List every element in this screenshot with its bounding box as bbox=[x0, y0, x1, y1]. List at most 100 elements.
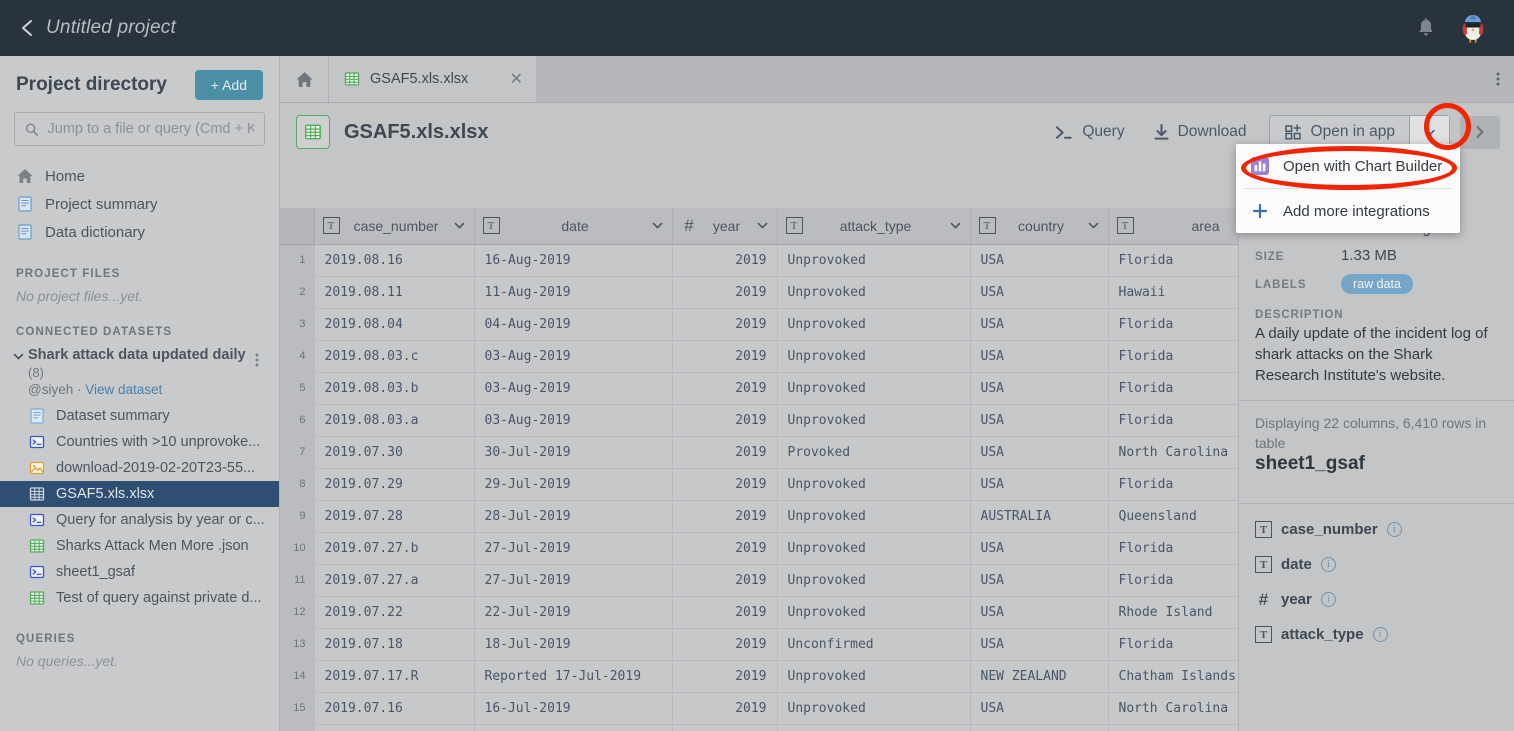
cell-country[interactable]: USA bbox=[970, 564, 1109, 597]
cell-case_number[interactable]: 2019.07.30 bbox=[314, 436, 475, 469]
cell-attack_type[interactable]: Unprovoked bbox=[777, 532, 971, 565]
cell-attack_type[interactable]: Unprovoked bbox=[777, 500, 971, 533]
cell-date[interactable]: 27-Jul-2019 bbox=[474, 564, 673, 597]
column-item-case_number[interactable]: T case_number i bbox=[1239, 512, 1514, 547]
view-dataset-link[interactable]: View dataset bbox=[85, 382, 162, 397]
cell-case_number[interactable]: 2019.08.03.c bbox=[314, 340, 475, 373]
cell-attack_type[interactable]: Unprovoked bbox=[777, 372, 971, 405]
cell-country[interactable]: USA bbox=[970, 628, 1109, 661]
avatar[interactable] bbox=[1456, 11, 1490, 45]
cell-area[interactable]: Florida bbox=[1108, 724, 1238, 731]
cell-area[interactable]: Florida bbox=[1108, 308, 1238, 341]
tab-home[interactable] bbox=[280, 56, 328, 102]
download-button[interactable]: Download bbox=[1139, 123, 1261, 141]
cell-year[interactable]: 2019 bbox=[672, 532, 778, 565]
cell-year[interactable]: 2019 bbox=[672, 596, 778, 629]
column-item-attack_type[interactable]: T attack_type i bbox=[1239, 617, 1514, 652]
cell-attack_type[interactable]: Unconfirmed bbox=[777, 628, 971, 661]
cell-country[interactable]: USA bbox=[970, 692, 1109, 725]
cell-country[interactable]: USA bbox=[970, 724, 1109, 731]
cell-area[interactable]: Florida bbox=[1108, 628, 1238, 661]
cell-country[interactable]: USA bbox=[970, 372, 1109, 405]
list-item[interactable]: sheet1_gsaf bbox=[0, 559, 279, 585]
table-row[interactable]: 3 2019.08.04 04-Aug-2019 2019 Unprovoked USA F… bbox=[280, 308, 1238, 341]
table-row[interactable]: 7 2019.07.30 30-Jul-2019 2019 Provoked USA Nor… bbox=[280, 436, 1238, 469]
cell-area[interactable]: Florida bbox=[1108, 564, 1238, 597]
cell-attack_type[interactable]: Unprovoked bbox=[777, 308, 971, 341]
column-header-year[interactable]: # year bbox=[672, 208, 778, 245]
cell-year[interactable]: 2019 bbox=[672, 404, 778, 437]
cell-country[interactable]: USA bbox=[970, 340, 1109, 373]
cell-date[interactable]: 11-Aug-2019 bbox=[474, 276, 673, 309]
cell-area[interactable]: Florida bbox=[1108, 372, 1238, 405]
column-header-attack_type[interactable]: T attack_type bbox=[777, 208, 971, 245]
cell-area[interactable]: Florida bbox=[1108, 404, 1238, 437]
list-item[interactable]: Countries with >10 unprovoke... bbox=[0, 429, 279, 455]
add-button[interactable]: + Add bbox=[194, 70, 263, 100]
cell-area[interactable]: Chatham Islands bbox=[1108, 660, 1238, 693]
cell-area[interactable]: Florida bbox=[1108, 468, 1238, 501]
close-icon[interactable]: ✕ bbox=[510, 69, 523, 89]
cell-case_number[interactable]: 2019.08.04 bbox=[314, 308, 475, 341]
sidebar-item-data-dictionary[interactable]: Data dictionary bbox=[0, 218, 279, 246]
info-icon[interactable]: i bbox=[1320, 557, 1336, 572]
cell-date[interactable]: Reported 17-Jul-2019 bbox=[474, 660, 673, 693]
cell-year[interactable]: 2019 bbox=[672, 436, 778, 469]
next-button[interactable] bbox=[1460, 115, 1500, 149]
cell-area[interactable]: North Carolina bbox=[1108, 692, 1238, 725]
list-item[interactable]: Sharks Attack Men More .json bbox=[0, 533, 279, 559]
cell-date[interactable]: 16-Jul-2019 bbox=[474, 692, 673, 725]
cell-case_number[interactable]: 2019.08.16 bbox=[314, 244, 475, 277]
tab-overflow-button[interactable] bbox=[1496, 56, 1514, 102]
cell-date[interactable]: 03-Aug-2019 bbox=[474, 372, 673, 405]
table-row[interactable]: 14 2019.07.17.R Reported 17-Jul-2019 2019 Un… bbox=[280, 660, 1238, 693]
cell-date[interactable]: 18-Jul-2019 bbox=[474, 628, 673, 661]
table-row[interactable]: 10 2019.07.27.b 27-Jul-2019 2019 Unprovoked U… bbox=[280, 532, 1238, 565]
cell-year[interactable]: 2019 bbox=[672, 276, 778, 309]
cell-country[interactable]: AUSTRALIA bbox=[970, 500, 1109, 533]
cell-year[interactable]: 2019 bbox=[672, 372, 778, 405]
table-row[interactable]: 1 2019.08.16 16-Aug-2019 2019 Unprovoked USA F… bbox=[280, 244, 1238, 277]
cell-case_number[interactable]: 2019.08.03.b bbox=[314, 372, 475, 405]
tab-gsaf5[interactable]: GSAF5.xls.xlsx ✕ bbox=[328, 56, 536, 102]
cell-area[interactable]: Rhode Island bbox=[1108, 596, 1238, 629]
cell-country[interactable]: USA bbox=[970, 596, 1109, 629]
search-input[interactable] bbox=[47, 121, 254, 137]
table-row[interactable]: 5 2019.08.03.b 03-Aug-2019 2019 Unprovoked US… bbox=[280, 372, 1238, 405]
list-item[interactable]: Test of query against private d... bbox=[0, 585, 279, 611]
data-table-container[interactable]: T case_number T date # year T attack_typ… bbox=[280, 208, 1238, 731]
table-row[interactable]: 8 2019.07.29 29-Jul-2019 2019 Unprovoked USA F… bbox=[280, 468, 1238, 501]
dataset-collapse-toggle[interactable] bbox=[12, 346, 28, 368]
table-row[interactable]: 15 2019.07.16 16-Jul-2019 2019 Unprovoked USA… bbox=[280, 692, 1238, 725]
cell-year[interactable]: 2019 bbox=[672, 244, 778, 277]
cell-case_number[interactable]: 2019.08.03.a bbox=[314, 404, 475, 437]
table-row[interactable]: 2 2019.08.11 11-Aug-2019 2019 Unprovoked USA H… bbox=[280, 276, 1238, 309]
query-button[interactable]: Query bbox=[1041, 123, 1138, 141]
cell-year[interactable]: 2019 bbox=[672, 564, 778, 597]
list-item[interactable]: Dataset summary bbox=[0, 403, 279, 429]
cell-year[interactable]: 2019 bbox=[672, 724, 778, 731]
cell-attack_type[interactable]: Unprovoked bbox=[777, 660, 971, 693]
cell-year[interactable]: 2019 bbox=[672, 628, 778, 661]
cell-date[interactable]: 03-Aug-2019 bbox=[474, 404, 673, 437]
info-icon[interactable]: i bbox=[1386, 522, 1402, 537]
cell-year[interactable]: 2019 bbox=[672, 468, 778, 501]
cell-country[interactable]: USA bbox=[970, 404, 1109, 437]
info-icon[interactable]: i bbox=[1320, 592, 1336, 607]
cell-case_number[interactable]: 2019.07.18 bbox=[314, 628, 475, 661]
column-header-case_number[interactable]: T case_number bbox=[314, 208, 475, 245]
chevron-down-icon[interactable] bbox=[949, 219, 962, 232]
cell-case_number[interactable]: 2019.07.22 bbox=[314, 596, 475, 629]
cell-area[interactable]: North Carolina bbox=[1108, 436, 1238, 469]
cell-country[interactable]: USA bbox=[970, 468, 1109, 501]
cell-area[interactable]: Florida bbox=[1108, 244, 1238, 277]
cell-year[interactable]: 2019 bbox=[672, 692, 778, 725]
cell-country[interactable]: USA bbox=[970, 308, 1109, 341]
cell-attack_type[interactable]: Unprovoked bbox=[777, 276, 971, 309]
cell-area[interactable]: Queensland bbox=[1108, 500, 1238, 533]
cell-attack_type[interactable]: Unprovoked bbox=[777, 244, 971, 277]
cell-date[interactable]: 04-Aug-2019 bbox=[474, 308, 673, 341]
cell-area[interactable]: Florida bbox=[1108, 340, 1238, 373]
cell-attack_type[interactable]: Unprovoked bbox=[777, 468, 971, 501]
cell-attack_type[interactable]: Unprovoked bbox=[777, 724, 971, 731]
